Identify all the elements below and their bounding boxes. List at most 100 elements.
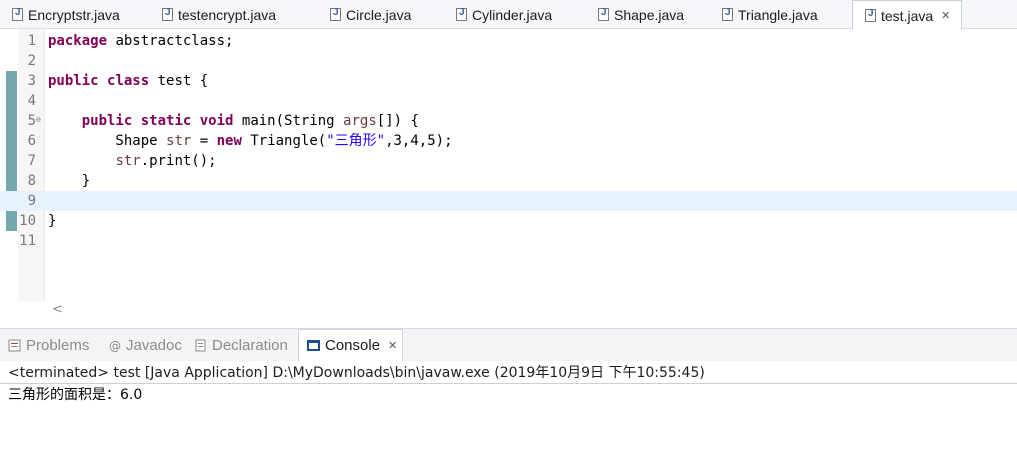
editor-tab-cylinder[interactable]: Cylinder.java (444, 0, 586, 29)
horizontal-scroll-left-icon[interactable]: < (52, 302, 63, 317)
problems-icon (8, 339, 21, 352)
code-token: .print(); (140, 153, 217, 169)
line-number: 3 (27, 73, 36, 89)
line-number: 10 (19, 213, 36, 229)
javadoc-icon: @ (108, 339, 121, 353)
java-file-icon (330, 7, 341, 21)
line-number: 4 (27, 93, 36, 109)
code-text: package abstractclass; (48, 31, 233, 51)
console-icon (307, 339, 320, 352)
code-token: test { (149, 73, 209, 89)
svg-text:@: @ (109, 339, 121, 352)
java-file-icon (865, 8, 876, 22)
editor-tab-test[interactable]: test.java ✕ (852, 0, 962, 30)
editor-tab-shape[interactable]: Shape.java (586, 0, 710, 29)
console-view[interactable]: <terminated> test [Java Application] D:\… (0, 361, 1017, 453)
code-token: []) { (376, 113, 419, 129)
code-token: } (48, 173, 91, 189)
editor-tab-bar: Encryptstr.java testencrypt.java Circle.ja… (0, 0, 1017, 30)
editor-tab-label: Cylinder.java (472, 6, 553, 23)
view-tab-label: Console (325, 337, 381, 354)
keyword-token: public (48, 73, 99, 89)
code-line[interactable]: 6 Shape str = new Triangle("三角形",3,4,5); (0, 131, 1017, 151)
java-file-icon (598, 7, 609, 21)
console-output: 三角形的面积是：6.0 (8, 387, 143, 403)
code-token: = (191, 133, 217, 149)
code-text: Shape str = new Triangle("三角形",3,4,5); (48, 131, 453, 151)
editor-tab-circle[interactable]: Circle.java (318, 0, 444, 29)
view-tab-label: Javadoc (126, 336, 182, 354)
console-status-line: <terminated> test [Java Application] D:\… (8, 365, 705, 381)
code-text: public class test { (48, 71, 208, 91)
console-divider (0, 383, 1017, 384)
code-token: ,3,4,5); (385, 133, 453, 149)
line-number: 8 (27, 173, 36, 189)
java-file-icon (12, 7, 23, 21)
view-tab-declaration[interactable]: Declaration (186, 329, 298, 361)
view-tab-console[interactable]: Console ✕ (298, 329, 403, 361)
code-token: Shape (48, 133, 167, 149)
variable-token: str (166, 133, 192, 149)
editor-tab-label: Encryptstr.java (28, 6, 120, 23)
line-number: 6 (27, 133, 36, 149)
editor-tab-label: Triangle.java (738, 6, 818, 23)
java-file-icon (162, 7, 173, 21)
code-editor[interactable]: 1 package abstractclass; 2 3 public class te… (0, 29, 1017, 301)
editor-tab-label: testencrypt.java (178, 6, 277, 23)
code-line[interactable]: 8 } (0, 171, 1017, 191)
close-view-icon[interactable]: ✕ (388, 339, 397, 352)
java-file-icon (456, 7, 467, 21)
code-token: abstractclass; (107, 33, 234, 49)
editor-tab-testencrypt[interactable]: testencrypt.java (150, 0, 318, 29)
code-token: main(String (233, 113, 344, 129)
fold-collapse-icon[interactable]: ⊖ (36, 111, 41, 129)
code-text: str.print(); (48, 151, 217, 171)
close-tab-icon[interactable]: ✕ (941, 9, 950, 22)
line-number: 1 (27, 33, 36, 49)
editor-tab-triangle[interactable]: Triangle.java (710, 0, 852, 29)
line-number: 2 (27, 53, 36, 69)
code-line[interactable]: 1 package abstractclass; (0, 31, 1017, 51)
keyword-token: package (48, 33, 108, 49)
code-line[interactable]: 2 (0, 51, 1017, 71)
code-line[interactable]: 11 (0, 231, 1017, 251)
code-token: } (48, 213, 57, 229)
variable-token: str (115, 153, 141, 169)
keyword-token: public (81, 113, 133, 129)
line-number: 11 (19, 233, 36, 249)
code-line[interactable]: 7 str.print(); (0, 151, 1017, 171)
view-tab-label: Problems (26, 336, 90, 354)
view-tab-label: Declaration (212, 336, 288, 354)
java-file-icon (722, 7, 733, 21)
keyword-token: class (107, 73, 150, 89)
code-line[interactable]: 3 public class test { (0, 71, 1017, 91)
editor-tab-label: Circle.java (346, 6, 412, 23)
editor-tab-encryptstr[interactable]: Encryptstr.java (0, 0, 150, 29)
keyword-token: new (216, 133, 242, 149)
string-token: "三角形" (326, 133, 386, 149)
code-text: } (48, 211, 56, 231)
code-text: public static void main(String args[]) { (48, 111, 419, 131)
code-token: Triangle( (241, 133, 327, 149)
variable-token: args (343, 113, 377, 129)
code-line[interactable]: 4 (0, 91, 1017, 111)
line-number: 9 (27, 193, 36, 209)
code-text: } (48, 171, 90, 191)
code-line[interactable]: 9 (0, 191, 1017, 211)
view-tab-bar: Problems @ Javadoc Declaration Console ✕ (0, 328, 1017, 361)
keyword-token: void (199, 113, 234, 129)
editor-tab-label: test.java (881, 7, 934, 24)
code-line[interactable]: 10} (0, 211, 1017, 231)
keyword-token: static (140, 113, 192, 129)
code-line[interactable]: 5 ⊖ public static void main(String args[]… (0, 111, 1017, 131)
editor-tab-label: Shape.java (614, 6, 685, 23)
line-number: 7 (27, 153, 36, 169)
code-area[interactable]: 1 package abstractclass; 2 3 public class te… (0, 31, 1017, 251)
view-tab-javadoc[interactable]: @ Javadoc (100, 329, 186, 361)
view-tab-problems[interactable]: Problems (0, 329, 100, 361)
